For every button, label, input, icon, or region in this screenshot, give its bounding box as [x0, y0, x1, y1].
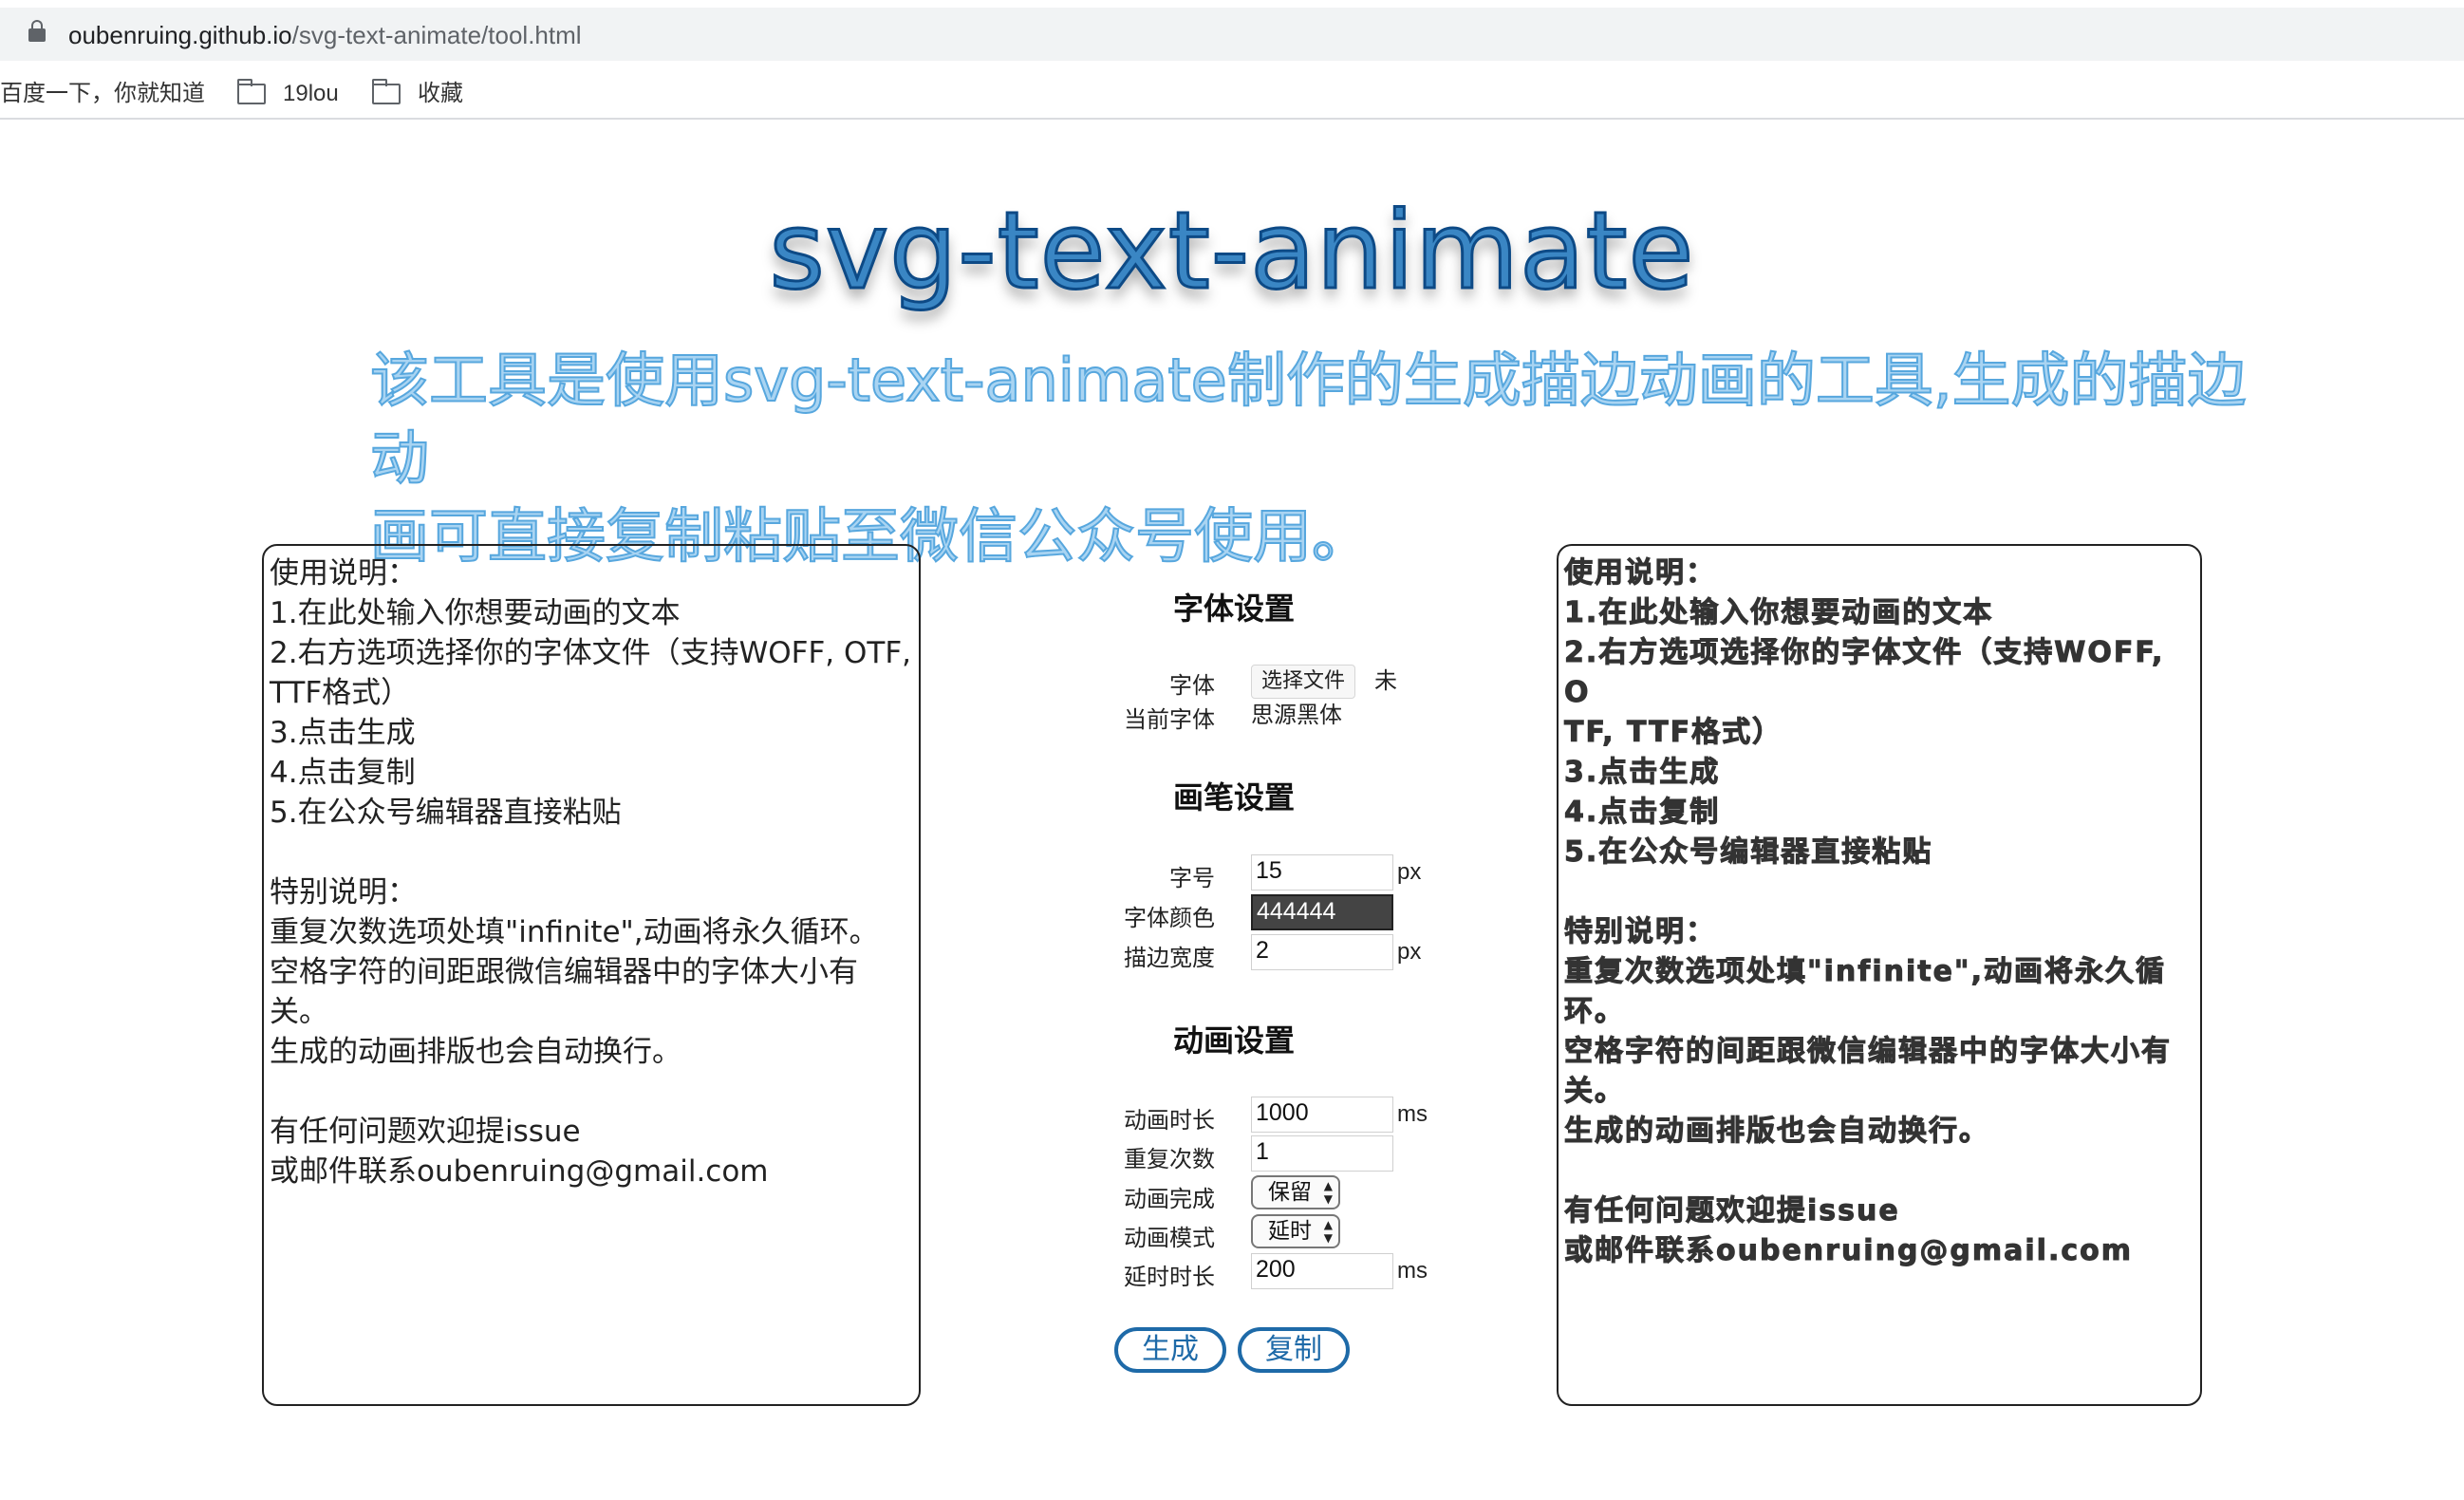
- repeat-label: 重复次数: [1124, 1146, 1215, 1172]
- folder-icon: [237, 79, 266, 104]
- url-host: oubenruing.github.io: [68, 21, 292, 49]
- font-color-input[interactable]: 444444: [1251, 894, 1393, 930]
- stroke-width-unit: px: [1397, 939, 1422, 965]
- url-path: /svg-text-animate/tool.html: [291, 21, 582, 49]
- address-bar[interactable]: oubenruing.github.io/svg-text-animate/to…: [0, 8, 2464, 61]
- text-input-area[interactable]: 使用说明： 1.在此处输入你想要动画的文本 2.右方选项选择你的字体文件（支持W…: [262, 544, 921, 1406]
- file-status: 未: [1374, 667, 1397, 694]
- font-size-label: 字号: [1169, 865, 1215, 891]
- font-label: 字体: [1169, 672, 1215, 699]
- current-font-label: 当前字体: [1124, 706, 1215, 733]
- duration-unit: ms: [1397, 1101, 1428, 1127]
- choose-file-button[interactable]: 选择文件: [1251, 665, 1356, 699]
- repeat-input[interactable]: 1: [1251, 1135, 1393, 1172]
- pen-settings-heading: 画笔设置: [1173, 779, 1296, 816]
- bookmark-folder-19lou[interactable]: 19lou: [283, 80, 339, 108]
- animation-settings-heading: 动画设置: [1173, 1022, 1296, 1059]
- bookmark-folder-favorites[interactable]: 收藏: [418, 80, 463, 108]
- font-settings-heading: 字体设置: [1173, 591, 1296, 627]
- finish-label: 动画完成: [1124, 1186, 1215, 1212]
- preview-area: 使用说明： 1.在此处输入你想要动画的文本 2.右方选项选择你的字体文件（支持W…: [1557, 544, 2202, 1406]
- select-arrows-icon: ▲ ▼: [1323, 1218, 1333, 1245]
- font-size-unit: px: [1397, 859, 1422, 885]
- delay-input[interactable]: 200: [1251, 1253, 1393, 1289]
- finish-select-value: 保留: [1268, 1180, 1312, 1205]
- delay-label: 延时时长: [1124, 1264, 1215, 1290]
- bookmarks-bar: 百度一下，你就知道 19lou 收藏: [0, 72, 2464, 120]
- generate-button[interactable]: 生成: [1114, 1327, 1226, 1373]
- stroke-width-input[interactable]: 2: [1251, 934, 1393, 970]
- current-font-value: 思源黑体: [1251, 702, 1342, 728]
- subtitle-line: 该工具是使用svg-text-animate制作的生成描边动画的工具,生成的描边…: [369, 345, 2248, 494]
- folder-icon: [372, 79, 401, 104]
- mode-select[interactable]: 延时 ▲ ▼: [1251, 1214, 1340, 1248]
- duration-label: 动画时长: [1124, 1107, 1215, 1134]
- lock-icon: [28, 20, 46, 42]
- mode-label: 动画模式: [1124, 1225, 1215, 1251]
- copy-button[interactable]: 复制: [1238, 1327, 1350, 1373]
- select-arrows-icon: ▲ ▼: [1323, 1179, 1333, 1206]
- finish-select[interactable]: 保留 ▲ ▼: [1251, 1175, 1340, 1209]
- url-text[interactable]: oubenruing.github.io/svg-text-animate/to…: [68, 21, 582, 49]
- bookmark-baidu[interactable]: 百度一下，你就知道: [0, 80, 205, 108]
- delay-unit: ms: [1397, 1258, 1428, 1284]
- duration-input[interactable]: 1000: [1251, 1097, 1393, 1133]
- font-size-input[interactable]: 15: [1251, 854, 1393, 891]
- mode-select-value: 延时: [1268, 1219, 1312, 1244]
- stroke-width-label: 描边宽度: [1124, 945, 1215, 971]
- page-subtitle: 该工具是使用svg-text-animate制作的生成描边动画的工具,生成的描边…: [369, 342, 2297, 575]
- page-title: svg-text-animate: [768, 189, 1695, 315]
- font-color-label: 字体颜色: [1124, 905, 1215, 931]
